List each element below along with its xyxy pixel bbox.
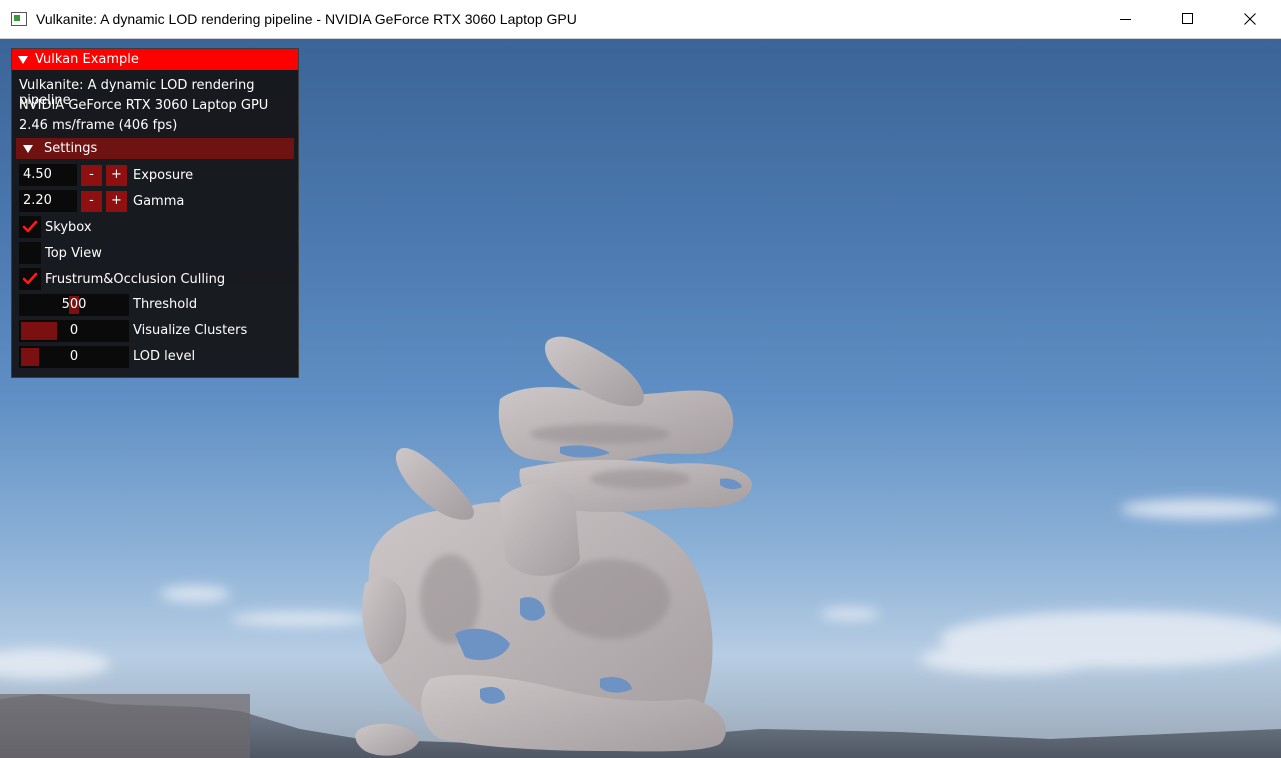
threshold-value: 500 [61,297,87,312]
window-title: Vulkanite: A dynamic LOD rendering pipel… [36,11,577,27]
panel-header[interactable]: Vulkan Example [12,49,298,70]
threshold-slider[interactable]: 500 [19,294,129,316]
frame-time-text: 2.46 ms/frame (406 fps) [19,118,178,133]
visualize-clusters-label: Visualize Clusters [133,323,248,338]
top-view-row: Top View [19,242,102,264]
lod-level-slider[interactable]: 0 [19,346,129,368]
gamma-decrement-button[interactable]: - [81,190,102,212]
lod-level-label: LOD level [133,349,196,364]
settings-section-header[interactable]: Settings [16,138,294,159]
gpu-name-text: NVIDIA GeForce RTX 3060 Laptop GPU [19,98,269,113]
exposure-label: Exposure [133,167,194,183]
top-view-checkbox[interactable] [19,242,41,264]
gamma-label: Gamma [133,193,185,209]
gamma-row: 2.20 - + Gamma [19,190,184,212]
visualize-clusters-value: 0 [69,323,79,338]
gamma-input[interactable]: 2.20 [19,190,77,212]
exposure-row: 4.50 - + Exposure [19,164,193,186]
culling-checkbox[interactable] [19,268,41,290]
panel-title: Vulkan Example [35,52,139,67]
visualize-clusters-row: 0 Visualize Clusters [19,320,289,342]
threshold-row: 500 Threshold [19,294,289,316]
skybox-row: Skybox [19,216,92,238]
lod-level-row: 0 LOD level [19,346,289,368]
close-icon [1244,13,1256,25]
exposure-decrement-button[interactable]: - [81,164,102,186]
app-window-icon [11,12,27,26]
checkmark-icon [22,220,38,233]
exposure-input[interactable]: 4.50 [19,164,77,186]
top-view-label: Top View [45,245,102,261]
skybox-label: Skybox [45,219,92,235]
minimize-icon [1120,19,1131,20]
threshold-label: Threshold [133,297,198,312]
culling-row: Frustrum&Occlusion Culling [19,268,225,290]
collapse-triangle-icon[interactable] [23,144,33,153]
visualize-clusters-slider[interactable]: 0 [19,320,129,342]
maximize-icon [1182,13,1193,24]
culling-label: Frustrum&Occlusion Culling [45,271,226,287]
collapse-triangle-icon[interactable] [18,55,28,64]
skybox-checkbox[interactable] [19,216,41,238]
checkmark-icon [22,272,38,285]
gamma-increment-button[interactable]: + [106,190,127,212]
minimize-button[interactable] [1095,0,1157,38]
lod-level-value: 0 [69,349,79,364]
maximize-button[interactable] [1157,0,1219,38]
exposure-increment-button[interactable]: + [106,164,127,186]
settings-section-label: Settings [44,141,98,156]
settings-overlay-panel[interactable]: Vulkan Example Vulkanite: A dynamic LOD … [11,48,299,378]
window-titlebar[interactable]: Vulkanite: A dynamic LOD rendering pipel… [0,0,1281,39]
sculpture-model [355,336,752,756]
close-button[interactable] [1219,0,1281,38]
